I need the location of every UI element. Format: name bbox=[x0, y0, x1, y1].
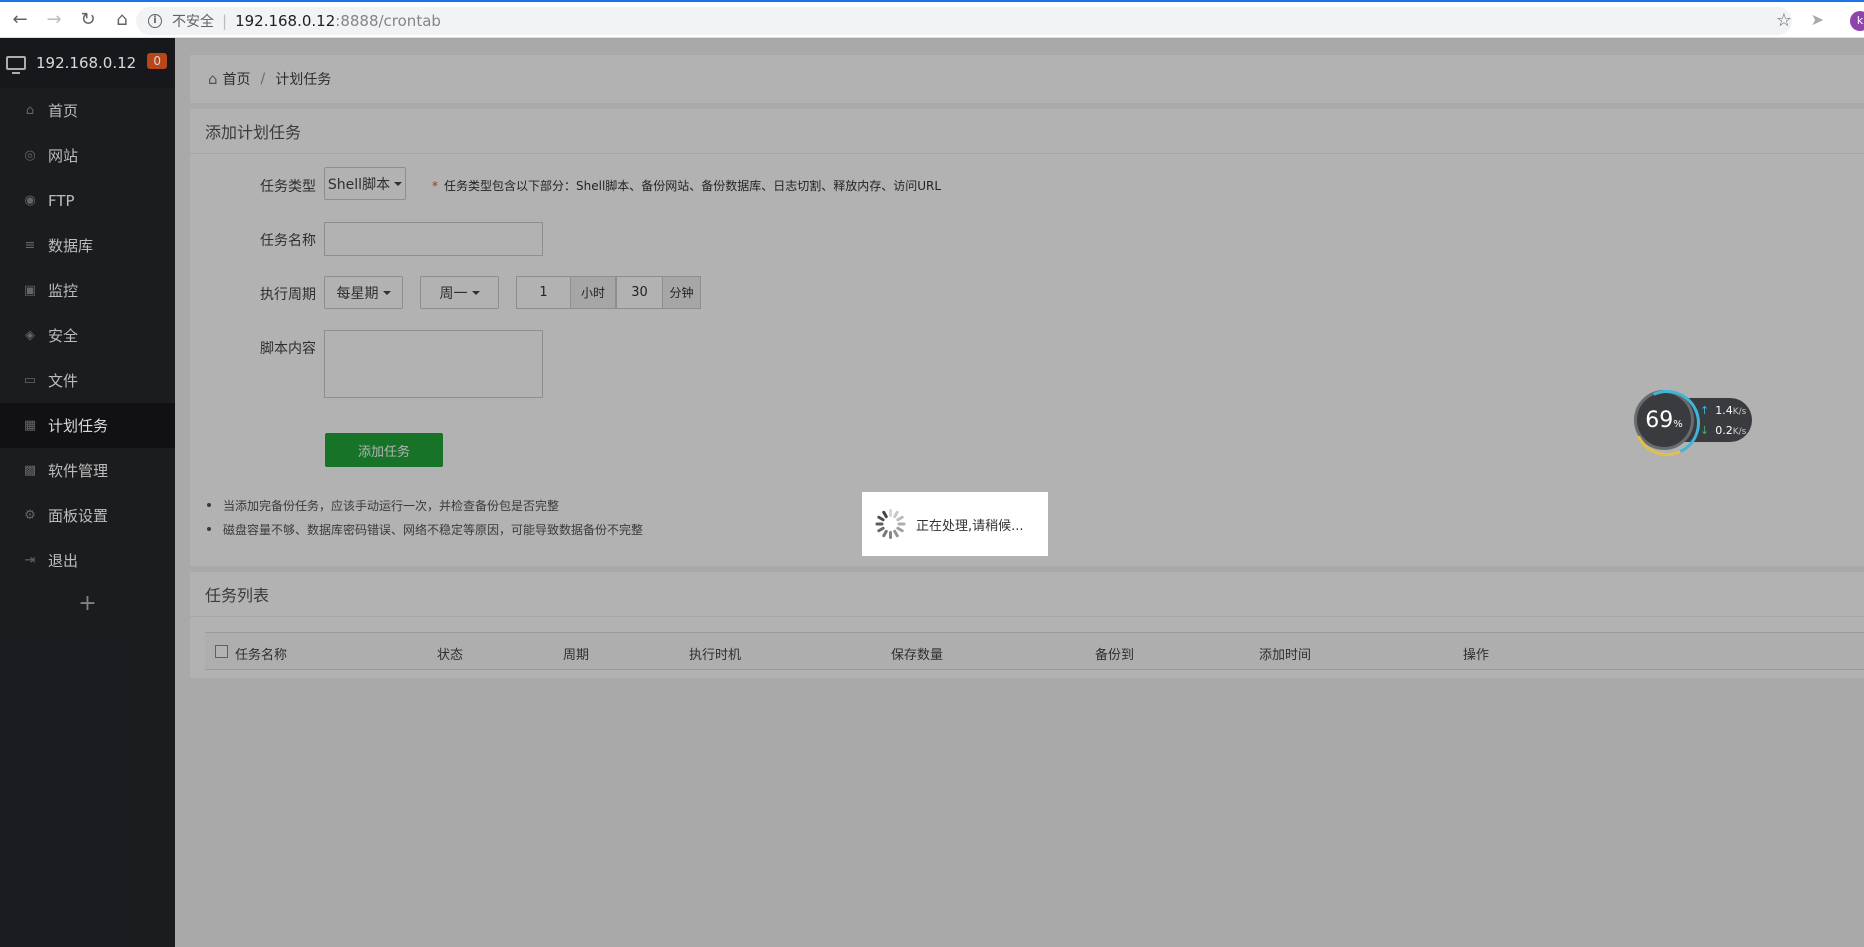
download-speed: ↓ 0.2K/s bbox=[1700, 424, 1746, 437]
upload-value: 1.4 bbox=[1715, 404, 1733, 417]
spinner-icon bbox=[875, 509, 906, 539]
arrow-down-icon: ↓ bbox=[1700, 424, 1710, 437]
upload-speed: ↑ 1.4K/s bbox=[1700, 404, 1746, 417]
info-icon[interactable]: i bbox=[148, 14, 162, 28]
home-icon[interactable]: ⌂ bbox=[108, 6, 136, 34]
profile-avatar[interactable]: k bbox=[1850, 11, 1864, 31]
forward-icon[interactable]: → bbox=[40, 6, 68, 34]
security-label: 不安全 bbox=[172, 14, 214, 30]
speed-unit: K/s bbox=[1732, 427, 1747, 437]
separator: | bbox=[222, 12, 228, 30]
loading-dialog: 正在处理,请稍候... bbox=[862, 492, 1048, 556]
gauge-circle: 69% bbox=[1634, 390, 1694, 450]
arrow-up-icon: ↑ bbox=[1700, 404, 1710, 417]
download-value: 0.2 bbox=[1715, 424, 1733, 437]
bookmark-star-icon[interactable]: ☆ bbox=[1776, 10, 1792, 31]
speed-unit: K/s bbox=[1732, 407, 1747, 417]
url-host: 192.168.0.12 bbox=[235, 12, 336, 30]
extension-icon[interactable]: ➤ bbox=[1811, 10, 1824, 29]
resource-gauge[interactable]: 69% ↑ 1.4K/s ↓ 0.2K/s bbox=[1634, 390, 1752, 450]
reload-icon[interactable]: ↻ bbox=[74, 6, 102, 34]
browser-toolbar: ← → ↻ ⌂ i 不安全 | 192.168.0.12:8888/cronta… bbox=[0, 0, 1864, 38]
address-bar[interactable]: i 不安全 | 192.168.0.12:8888/crontab bbox=[136, 7, 1792, 35]
loading-text: 正在处理,请稍候... bbox=[916, 518, 1024, 534]
gauge-percent-sign: % bbox=[1673, 418, 1683, 430]
sidebar-overlay bbox=[0, 38, 175, 947]
back-icon[interactable]: ← bbox=[6, 6, 34, 34]
gauge-percent: 69 bbox=[1645, 407, 1674, 433]
url-path: :8888/crontab bbox=[335, 12, 441, 30]
